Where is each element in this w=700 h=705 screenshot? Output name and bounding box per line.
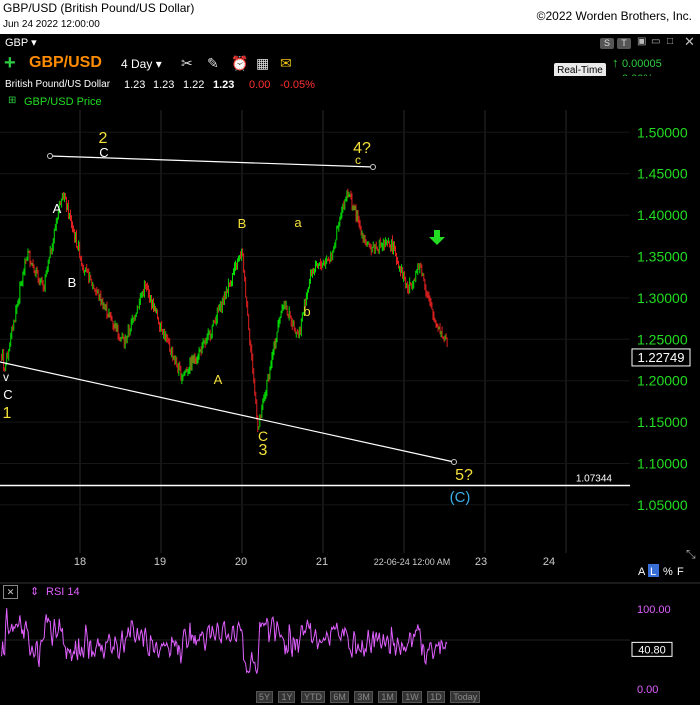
draw-icon[interactable]: ✎ [207, 55, 219, 72]
wave-label-c1: C [3, 387, 12, 402]
scale-mode-%: % [663, 566, 673, 578]
maximize-icon[interactable]: □ [667, 36, 673, 47]
quote-open: 1.23 [124, 79, 146, 91]
add-plus-icon[interactable]: + [4, 52, 16, 74]
wave-label-bU: B [238, 216, 247, 231]
tab-5y[interactable]: 5Y [256, 691, 274, 703]
x-tick-label: 21 [316, 556, 328, 568]
tab-1y[interactable]: 1Y [278, 691, 296, 703]
sync-s-icon[interactable]: S [600, 38, 614, 49]
y-tick-label: 1.50000 [637, 124, 688, 140]
quote-bar: British Pound/US Dollar 1.23 1.23 1.22 1… [0, 76, 700, 94]
wave-label-v: v [3, 370, 9, 384]
symbol-field[interactable]: GBP/USD [29, 54, 102, 72]
copyright: ©2022 Worden Brothers, Inc. [536, 9, 692, 23]
tab-today[interactable]: Today [450, 691, 481, 703]
calculator-icon[interactable]: ▦ [256, 55, 269, 72]
scale-mode-A: A [638, 566, 646, 578]
x-tick-label: 19 [154, 556, 166, 568]
wave-label-a_small: a [294, 215, 302, 230]
rsi-line [1, 608, 448, 674]
wave-label-w1: 1 [3, 405, 12, 422]
price-legend-icon: ⊞ [8, 95, 17, 106]
tab-3m[interactable]: 3M [354, 691, 373, 703]
wave-label-w2c: C [99, 145, 108, 160]
last-price-label: 1.22749 [638, 350, 685, 365]
price-legend-label: GBP/USD Price [24, 96, 102, 108]
text-t-icon[interactable]: T [617, 38, 631, 49]
tab-1d[interactable]: 1D [427, 691, 445, 703]
tab-1w[interactable]: 1W [402, 691, 422, 703]
chevron-down-icon: ▾ [155, 57, 162, 71]
x-tick-label: 18 [74, 556, 86, 568]
currency-label: GBP [5, 37, 29, 49]
quote-change-pct: -0.05% [280, 79, 315, 91]
alarm-clock-icon[interactable]: ⏰ [231, 55, 248, 72]
tab-6m[interactable]: 6M [330, 691, 349, 703]
trendline-handle [47, 153, 53, 159]
y-tick-label: 1.25000 [637, 331, 688, 347]
y-tick-label: 1.40000 [637, 207, 688, 223]
tab-1m[interactable]: 1M [378, 691, 397, 703]
x-tick-label: 24 [543, 556, 555, 568]
y-tick-label: 1.30000 [637, 290, 688, 306]
quote-close: 1.23 [213, 79, 235, 91]
wave-label-aU: A [214, 372, 223, 387]
close-icon[interactable]: ✕ [684, 34, 695, 50]
tab-ytd[interactable]: YTD [300, 691, 325, 703]
note-icon[interactable]: ✉ [280, 55, 292, 72]
wave-label-b_small: b [303, 304, 310, 319]
y-tick-label: 1.15000 [637, 414, 688, 430]
y-tick-label: 1.05000 [637, 497, 688, 513]
timeframe-label: 4 Day [121, 57, 153, 71]
chevron-down-icon: ▾ [31, 37, 37, 49]
timeframe-dropdown[interactable]: 4 Day ▾ [121, 57, 162, 71]
timeframe-tabs: 5Y 1Y YTD 6M 3M 1M 1W 1D Today [256, 687, 481, 703]
close-icon[interactable]: ✕ [3, 585, 18, 599]
title-bar: GBP/USD (British Pound/US Dollar) Jun 24… [0, 0, 700, 34]
price-legend: ⊞ GBP/USD Price [0, 94, 700, 110]
up-arrow-icon: ↑ [612, 55, 619, 70]
y-tick-label: 1.45000 [637, 166, 688, 182]
quote-low: 1.22 [183, 79, 205, 91]
toolbar-top: GBP ▾ S T ▣ ▭ □ ✕ [0, 34, 700, 52]
wave-label-w3: 3 [259, 442, 268, 459]
x-tick-label: 23 [475, 556, 487, 568]
chart-date: Jun 24 2022 12:00:00 [3, 19, 100, 30]
support-label: 1.07344 [576, 474, 613, 485]
window-title: GBP/USD (British Pound/US Dollar) [3, 1, 195, 15]
wave-label-w5: 5? [455, 467, 473, 484]
restore-icon[interactable]: ▭ [651, 36, 660, 47]
y-tick-label: 1.10000 [637, 456, 688, 472]
x-tick-label: 20 [235, 556, 247, 568]
wave-label-c_small: c [355, 153, 361, 167]
x-tick-label: 22-06-24 12:00 AM [374, 557, 451, 567]
quote-change: 0.00 [249, 79, 271, 91]
trendline-handle [451, 459, 457, 465]
trendline-handle [370, 164, 376, 170]
change-abs: 0.00005 [622, 58, 662, 70]
scale-mode-L: L [650, 566, 656, 578]
currency-dropdown[interactable]: GBP ▾ [5, 36, 37, 49]
rsi-header: ✕ ⇕ RSI 14 [0, 584, 700, 600]
y-tick-label: 1.35000 [637, 249, 688, 265]
quote-high: 1.23 [153, 79, 175, 91]
rsi-legend-label: RSI 14 [46, 586, 80, 598]
instrument-name: British Pound/US Dollar [5, 79, 111, 90]
y-tick-label: 1.20000 [637, 373, 688, 389]
rsi-tick-label: 100.00 [637, 604, 671, 616]
rsi-settings-icon[interactable]: ⇕ [30, 585, 39, 598]
resize-icon: ⤡ [686, 547, 696, 561]
wave-label-b1: B [68, 275, 77, 290]
wave-label-wC: (C) [450, 489, 471, 506]
window-icon[interactable]: ▣ [637, 36, 646, 47]
rsi-last-label: 40.80 [638, 644, 666, 656]
scale-mode-F: F [677, 566, 684, 578]
tools-icon[interactable]: ✂ [181, 55, 193, 72]
wave-label-a1: A [53, 201, 62, 216]
rsi-tick-label: 0.00 [637, 684, 658, 696]
